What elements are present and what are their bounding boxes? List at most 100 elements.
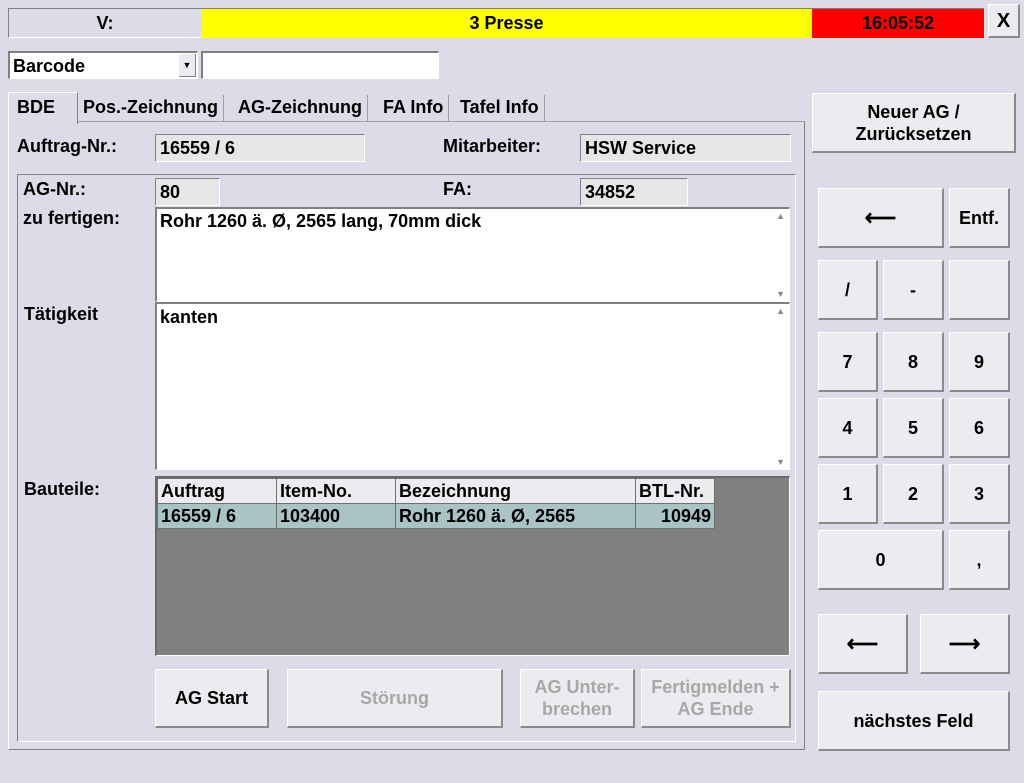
tab-ag-zeichnung[interactable]: AG-Zeichnung: [233, 95, 368, 121]
zu-fertigen-textarea[interactable]: Rohr 1260 ä. Ø, 2565 lang, 70mm dick ▲ ▼: [155, 207, 790, 302]
ag-start-label: AG Start: [174, 688, 248, 708]
close-button[interactable]: X: [988, 4, 1020, 38]
zu-fertigen-label: zu fertigen:: [23, 208, 120, 228]
key-1[interactable]: 1: [818, 464, 878, 524]
machine-name-bar: 3 Presse: [201, 8, 812, 38]
key-label: ,: [976, 549, 982, 570]
key-8[interactable]: 8: [883, 332, 944, 392]
ag-unterbrechen-button[interactable]: AG Unter- brechen: [520, 669, 635, 728]
mitarbeiter-label: Mitarbeiter:: [443, 136, 542, 156]
tab-fa-info[interactable]: FA Info: [378, 95, 450, 121]
scroll-down-icon[interactable]: ▼: [776, 457, 785, 467]
key-comma[interactable]: ,: [949, 530, 1010, 590]
cursor-right-button[interactable]: ⟶: [920, 614, 1010, 674]
ag-nr-label: AG-Nr.:: [23, 179, 86, 199]
key-0[interactable]: 0: [818, 530, 944, 590]
table-cell: 16559 / 6: [157, 503, 277, 529]
key-label: 5: [907, 417, 918, 438]
entf-label: Entf.: [959, 207, 999, 228]
key-label: 7: [842, 351, 853, 372]
key-3[interactable]: 3: [949, 464, 1010, 524]
key-label: 3: [973, 483, 984, 504]
stoerung-button[interactable]: Störung: [287, 669, 503, 728]
table-header-row: Auftrag Item-No. Bezeichnung BTL-Nr.: [157, 478, 715, 504]
version-label: V:: [96, 13, 114, 33]
key-blank[interactable]: [949, 260, 1010, 320]
key-5[interactable]: 5: [883, 398, 944, 458]
tab-bde[interactable]: BDE: [8, 92, 78, 124]
taetigkeit-text: kanten: [160, 307, 219, 327]
key-label: 2: [907, 483, 918, 504]
arrow-left-icon: ⟵: [846, 630, 879, 656]
entf-button[interactable]: Entf.: [949, 188, 1010, 248]
key-label: 9: [973, 351, 984, 372]
ag-unterbrechen-label-2: brechen: [541, 699, 613, 719]
column-header[interactable]: BTL-Nr.: [635, 478, 715, 504]
arrow-right-icon: ⟶: [948, 630, 981, 656]
scroll-up-icon[interactable]: ▲: [776, 211, 785, 221]
table-cell: Rohr 1260 ä. Ø, 2565: [395, 503, 636, 529]
taetigkeit-textarea[interactable]: kanten ▲ ▼: [155, 302, 790, 470]
zu-fertigen-text: Rohr 1260 ä. Ø, 2565 lang, 70mm dick: [160, 211, 482, 231]
close-icon: X: [996, 9, 1011, 32]
backspace-icon: ⟵: [864, 204, 897, 230]
mitarbeiter-value: HSW Service: [580, 134, 791, 162]
key-4[interactable]: 4: [818, 398, 878, 458]
fertigmelden-button[interactable]: Fertigmelden + AG Ende: [641, 669, 791, 728]
neuer-ag-label-1: Neuer AG /: [867, 101, 960, 122]
next-field-label: nächstes Feld: [853, 710, 974, 731]
bauteile-label: Bauteile:: [24, 479, 101, 499]
next-field-button[interactable]: nächstes Feld: [818, 691, 1010, 751]
auftrag-label: Auftrag-Nr.:: [17, 136, 117, 156]
fa-label: FA:: [443, 179, 472, 199]
tab-bde-label: BDE: [17, 97, 56, 117]
ag-unterbrechen-label-1: AG Unter-: [534, 677, 620, 697]
backspace-button[interactable]: ⟵: [818, 188, 944, 248]
bauteile-grid[interactable]: Auftrag Item-No. Bezeichnung BTL-Nr. 165…: [155, 476, 790, 656]
taetigkeit-label: Tätigkeit: [24, 304, 99, 324]
key-label: 1: [842, 483, 853, 504]
fertigmelden-label-2: AG Ende: [677, 699, 754, 719]
auftrag-value: 16559 / 6: [155, 134, 365, 162]
fertigmelden-label-1: Fertigmelden +: [651, 677, 780, 697]
stoerung-label: Störung: [360, 688, 429, 708]
column-header[interactable]: Auftrag: [157, 478, 277, 504]
tab-ag-zeichnung-label: AG-Zeichnung: [238, 97, 362, 117]
neuer-ag-button[interactable]: Neuer AG / Zurücksetzen: [812, 93, 1016, 153]
key-2[interactable]: 2: [883, 464, 944, 524]
input-type-select[interactable]: Barcode ▼: [8, 51, 198, 79]
scroll-down-icon[interactable]: ▼: [776, 289, 785, 299]
key-7[interactable]: 7: [818, 332, 878, 392]
key-slash[interactable]: /: [818, 260, 878, 320]
machine-name: 3 Presse: [469, 13, 544, 33]
key-6[interactable]: 6: [949, 398, 1010, 458]
key-label: 6: [973, 417, 984, 438]
ag-nr-value: 80: [155, 178, 220, 206]
table-row[interactable]: 16559 / 6 103400 Rohr 1260 ä. Ø, 2565 10…: [157, 503, 715, 529]
tab-tafel-info[interactable]: Tafel Info: [455, 95, 545, 121]
table-cell: 103400: [276, 503, 396, 529]
dropdown-arrow-icon[interactable]: ▼: [179, 54, 196, 77]
key-9[interactable]: 9: [949, 332, 1010, 392]
column-header[interactable]: Item-No.: [276, 478, 396, 504]
key-label: 4: [842, 417, 853, 438]
clock-time: 16:05:52: [861, 13, 935, 33]
key-label: 8: [907, 351, 918, 372]
scroll-up-icon[interactable]: ▲: [776, 306, 785, 316]
fa-value: 34852: [580, 178, 688, 206]
table-cell: 10949: [635, 503, 715, 529]
tab-fa-info-label: FA Info: [383, 97, 444, 117]
key-minus[interactable]: -: [883, 260, 944, 320]
tab-pos-zeichnung[interactable]: Pos.-Zeichnung: [78, 95, 224, 121]
version-field: V:: [8, 8, 201, 38]
key-label: /: [844, 279, 850, 300]
tab-tafel-info-label: Tafel Info: [460, 97, 539, 117]
key-label: 0: [875, 549, 886, 570]
ag-start-button[interactable]: AG Start: [155, 669, 269, 728]
bauteile-table: Auftrag Item-No. Bezeichnung BTL-Nr. 165…: [157, 478, 715, 529]
input-type-value: Barcode: [13, 56, 86, 76]
clock: 16:05:52: [812, 8, 984, 38]
cursor-left-button[interactable]: ⟵: [818, 614, 908, 674]
column-header[interactable]: Bezeichnung: [395, 478, 636, 504]
barcode-input[interactable]: [201, 51, 439, 79]
